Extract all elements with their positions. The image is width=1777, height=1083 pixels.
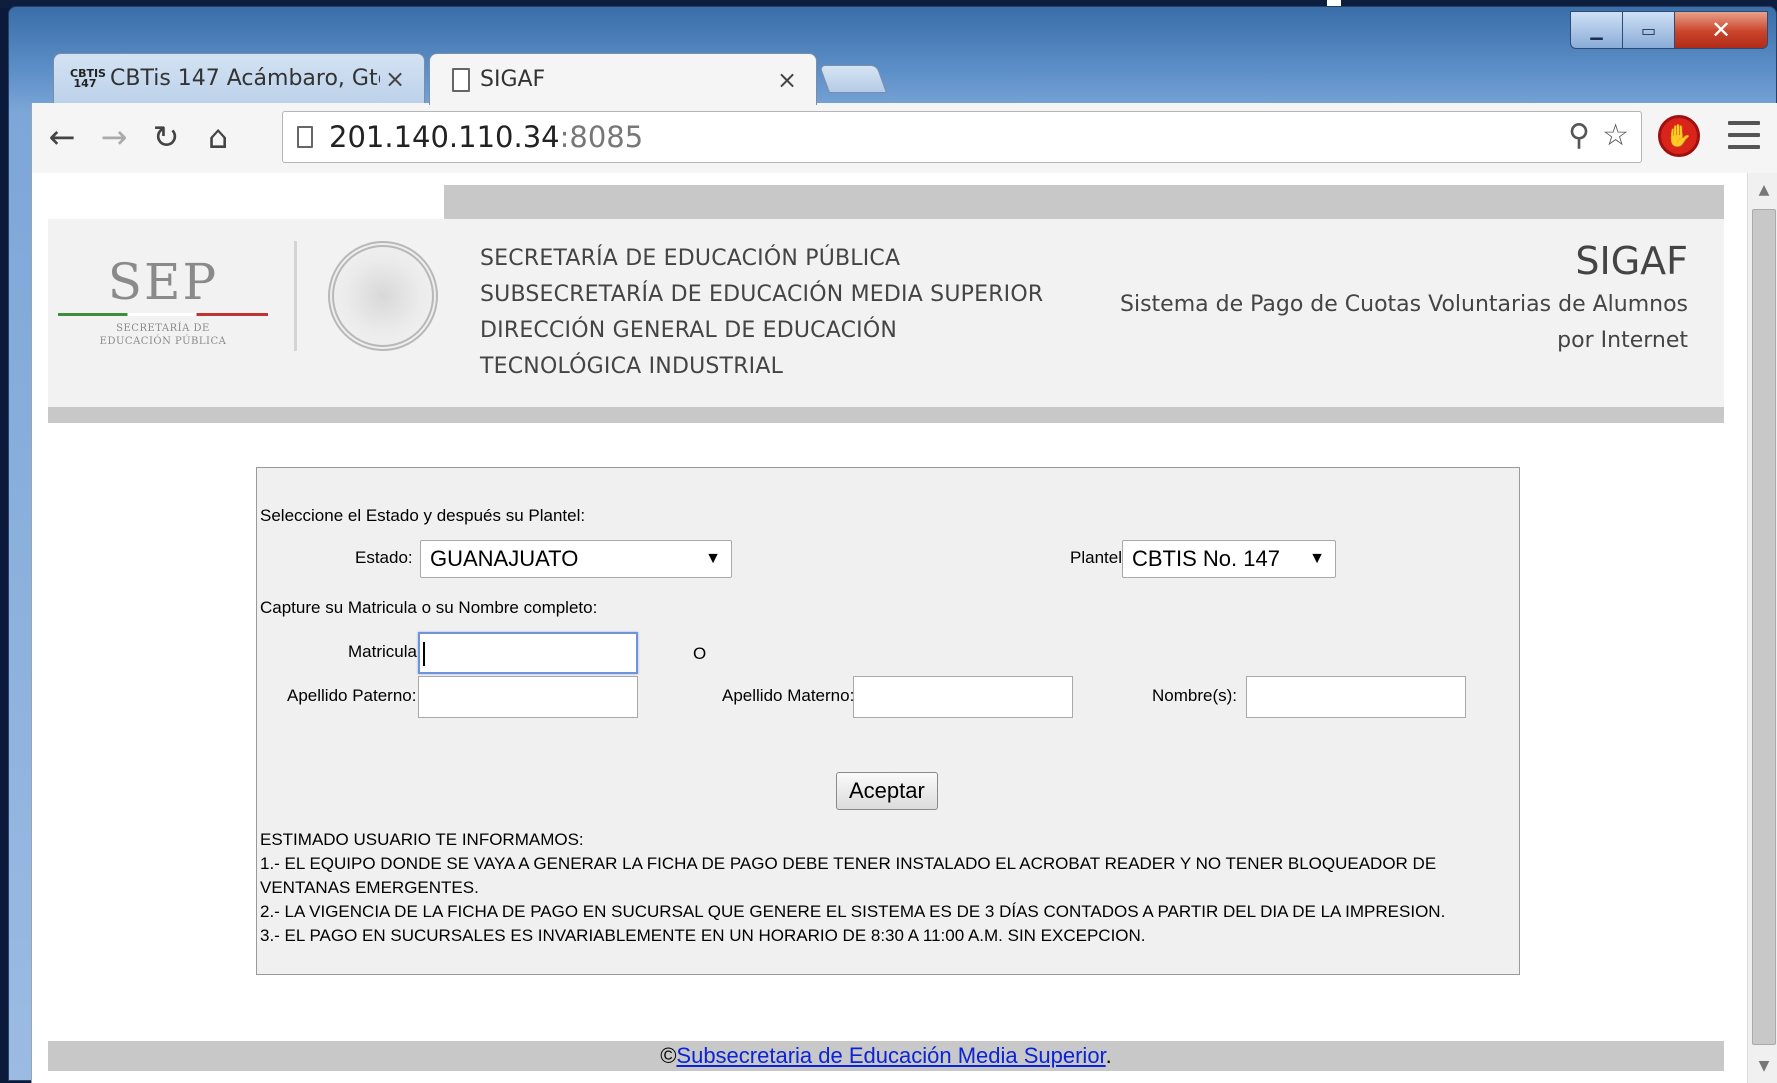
scrollbar-thumb[interactable]: [1752, 209, 1776, 1045]
scroll-down-arrow-icon[interactable]: ▼: [1748, 1051, 1777, 1081]
nombre-label: Nombre(s):: [1152, 686, 1238, 705]
footer-suffix: .: [1105, 1043, 1112, 1068]
sep-logo-text: SEP: [107, 253, 219, 311]
app-description: Sistema de Pago de Cuotas Voluntarias de…: [1120, 292, 1688, 317]
aceptar-button[interactable]: Aceptar: [836, 772, 938, 810]
page-header: SEP SECRETARÍA DE EDUCACIÓN PÚBLICA SECR…: [48, 219, 1724, 407]
notice-line: 1.- EL EQUIPO DONDE SE VAYA A GENERAR LA…: [260, 854, 1437, 897]
page-icon: [452, 67, 470, 92]
plantel-select[interactable]: CBTIS No. 147 ▼: [1122, 540, 1336, 578]
subsecretaria-link[interactable]: Subsecretaria de Educación Media Superio…: [676, 1043, 1105, 1068]
page-icon: [297, 126, 313, 148]
notice-line: 3.- EL PAGO EN SUCURSALES ES INVARIABLEM…: [260, 926, 1146, 945]
vertical-scrollbar[interactable]: ▲ ▼: [1747, 173, 1777, 1083]
home-icon[interactable]: ⌂: [196, 115, 240, 159]
apellido-materno-input[interactable]: [853, 676, 1073, 718]
search-icon[interactable]: ⚲: [1568, 118, 1590, 153]
estado-label: Estado:: [355, 548, 413, 567]
page-footer: ©Subsecretaria de Educación Media Superi…: [48, 1041, 1724, 1071]
institution-line: TECNOLÓGICA INDUSTRIAL: [480, 354, 784, 379]
dropdown-arrow-icon: ▼: [705, 550, 721, 567]
matricula-input[interactable]: [418, 632, 638, 674]
apellido-paterno-input[interactable]: [418, 676, 638, 718]
bookmark-star-icon[interactable]: ☆: [1602, 118, 1629, 153]
forward-arrow-icon[interactable]: →: [92, 115, 136, 159]
institution-line: SUBSECRETARÍA DE EDUCACIÓN MEDIA SUPERIO…: [480, 282, 1044, 307]
browser-toolbar: ← → ↻ ⌂ 201.140.110.34:8085 ⚲ ☆ ✋: [31, 103, 1777, 173]
or-separator: O: [693, 644, 707, 663]
institution-lines: SECRETARÍA DE EDUCACIÓN PÚBLICA SUBSECRE…: [480, 241, 1043, 385]
sep-logo: SEP SECRETARÍA DE EDUCACIÓN PÚBLICA: [54, 253, 272, 348]
scroll-up-arrow-icon[interactable]: ▲: [1748, 175, 1777, 205]
dropdown-arrow-icon: ▼: [1309, 550, 1325, 567]
minimize-button[interactable]: ▁: [1571, 12, 1623, 48]
app-description: por Internet: [1557, 328, 1688, 353]
page-viewport: SEP SECRETARÍA DE EDUCACIÓN PÚBLICA SECR…: [31, 173, 1777, 1083]
copyright-symbol: ©: [660, 1043, 677, 1068]
browser-window: ▁ ▭ ✕ CBTIS 147 CBTis 147 Acámbaro, Gto. …: [8, 6, 1777, 1083]
sep-logo-sub2: EDUCACIÓN PÚBLICA: [99, 336, 227, 347]
header-top-bar: [444, 185, 1724, 219]
coat-of-arms-icon: [328, 241, 438, 351]
notice-line: ESTIMADO USUARIO TE INFORMAMOS:: [260, 830, 584, 849]
tab-close-icon[interactable]: ×: [380, 65, 410, 93]
close-window-button[interactable]: ✕: [1675, 12, 1767, 48]
tab-sigaf[interactable]: SIGAF ×: [429, 53, 817, 105]
url-host: 201.140.110.34: [329, 120, 560, 154]
user-notice: ESTIMADO USUARIO TE INFORMAMOS: 1.- EL E…: [260, 828, 1500, 948]
tab-title: SIGAF: [480, 67, 546, 92]
instruction-capture: Capture su Matricula o su Nombre complet…: [260, 598, 598, 617]
tab-title: CBTis 147 Acámbaro, Gto.: [110, 66, 380, 91]
header-divider: [294, 241, 297, 351]
notice-line: 2.- LA VIGENCIA DE LA FICHA DE PAGO EN S…: [260, 902, 1446, 921]
apellido-paterno-label: Apellido Paterno:: [287, 686, 417, 705]
url-text: 201.140.110.34:8085: [329, 120, 643, 154]
window-controls: ▁ ▭ ✕: [1570, 11, 1768, 49]
payment-form-panel: Seleccione el Estado y después su Plante…: [256, 467, 1520, 975]
menu-icon[interactable]: [1728, 117, 1760, 153]
estado-select[interactable]: GUANAJUATO ▼: [420, 540, 732, 578]
tab-cbtis[interactable]: CBTIS 147 CBTis 147 Acámbaro, Gto. ×: [53, 53, 425, 103]
url-port: :8085: [559, 120, 644, 154]
apellido-materno-label: Apellido Materno:: [722, 686, 855, 705]
sep-logo-sub1: SECRETARÍA DE: [116, 323, 210, 334]
reload-icon[interactable]: ↻: [144, 115, 188, 159]
institution-line: DIRECCIÓN GENERAL DE EDUCACIÓN: [480, 318, 898, 343]
matricula-label: Matricula:: [348, 642, 422, 661]
nombre-input[interactable]: [1246, 676, 1466, 718]
estado-selected-value: GUANAJUATO: [430, 546, 579, 571]
cbtis-favicon-icon: CBTIS 147: [70, 66, 106, 90]
maximize-button[interactable]: ▭: [1623, 12, 1675, 48]
app-name: SIGAF: [1575, 239, 1688, 283]
instruction-select: Seleccione el Estado y después su Plante…: [260, 506, 586, 525]
new-tab-button[interactable]: [818, 65, 888, 93]
institution-line: SECRETARÍA DE EDUCACIÓN PÚBLICA: [480, 246, 901, 271]
adblock-extension-icon[interactable]: ✋: [1658, 115, 1700, 157]
app-title-block: SIGAF Sistema de Pago de Cuotas Voluntar…: [1120, 239, 1688, 359]
back-arrow-icon[interactable]: ←: [40, 115, 84, 159]
address-bar[interactable]: 201.140.110.34:8085 ⚲ ☆: [282, 111, 1642, 163]
plantel-selected-value: CBTIS No. 147: [1132, 546, 1280, 571]
plantel-label: Plantel:: [1070, 548, 1127, 567]
tab-close-icon[interactable]: ×: [772, 66, 802, 94]
header-bottom-bar: [48, 407, 1724, 423]
